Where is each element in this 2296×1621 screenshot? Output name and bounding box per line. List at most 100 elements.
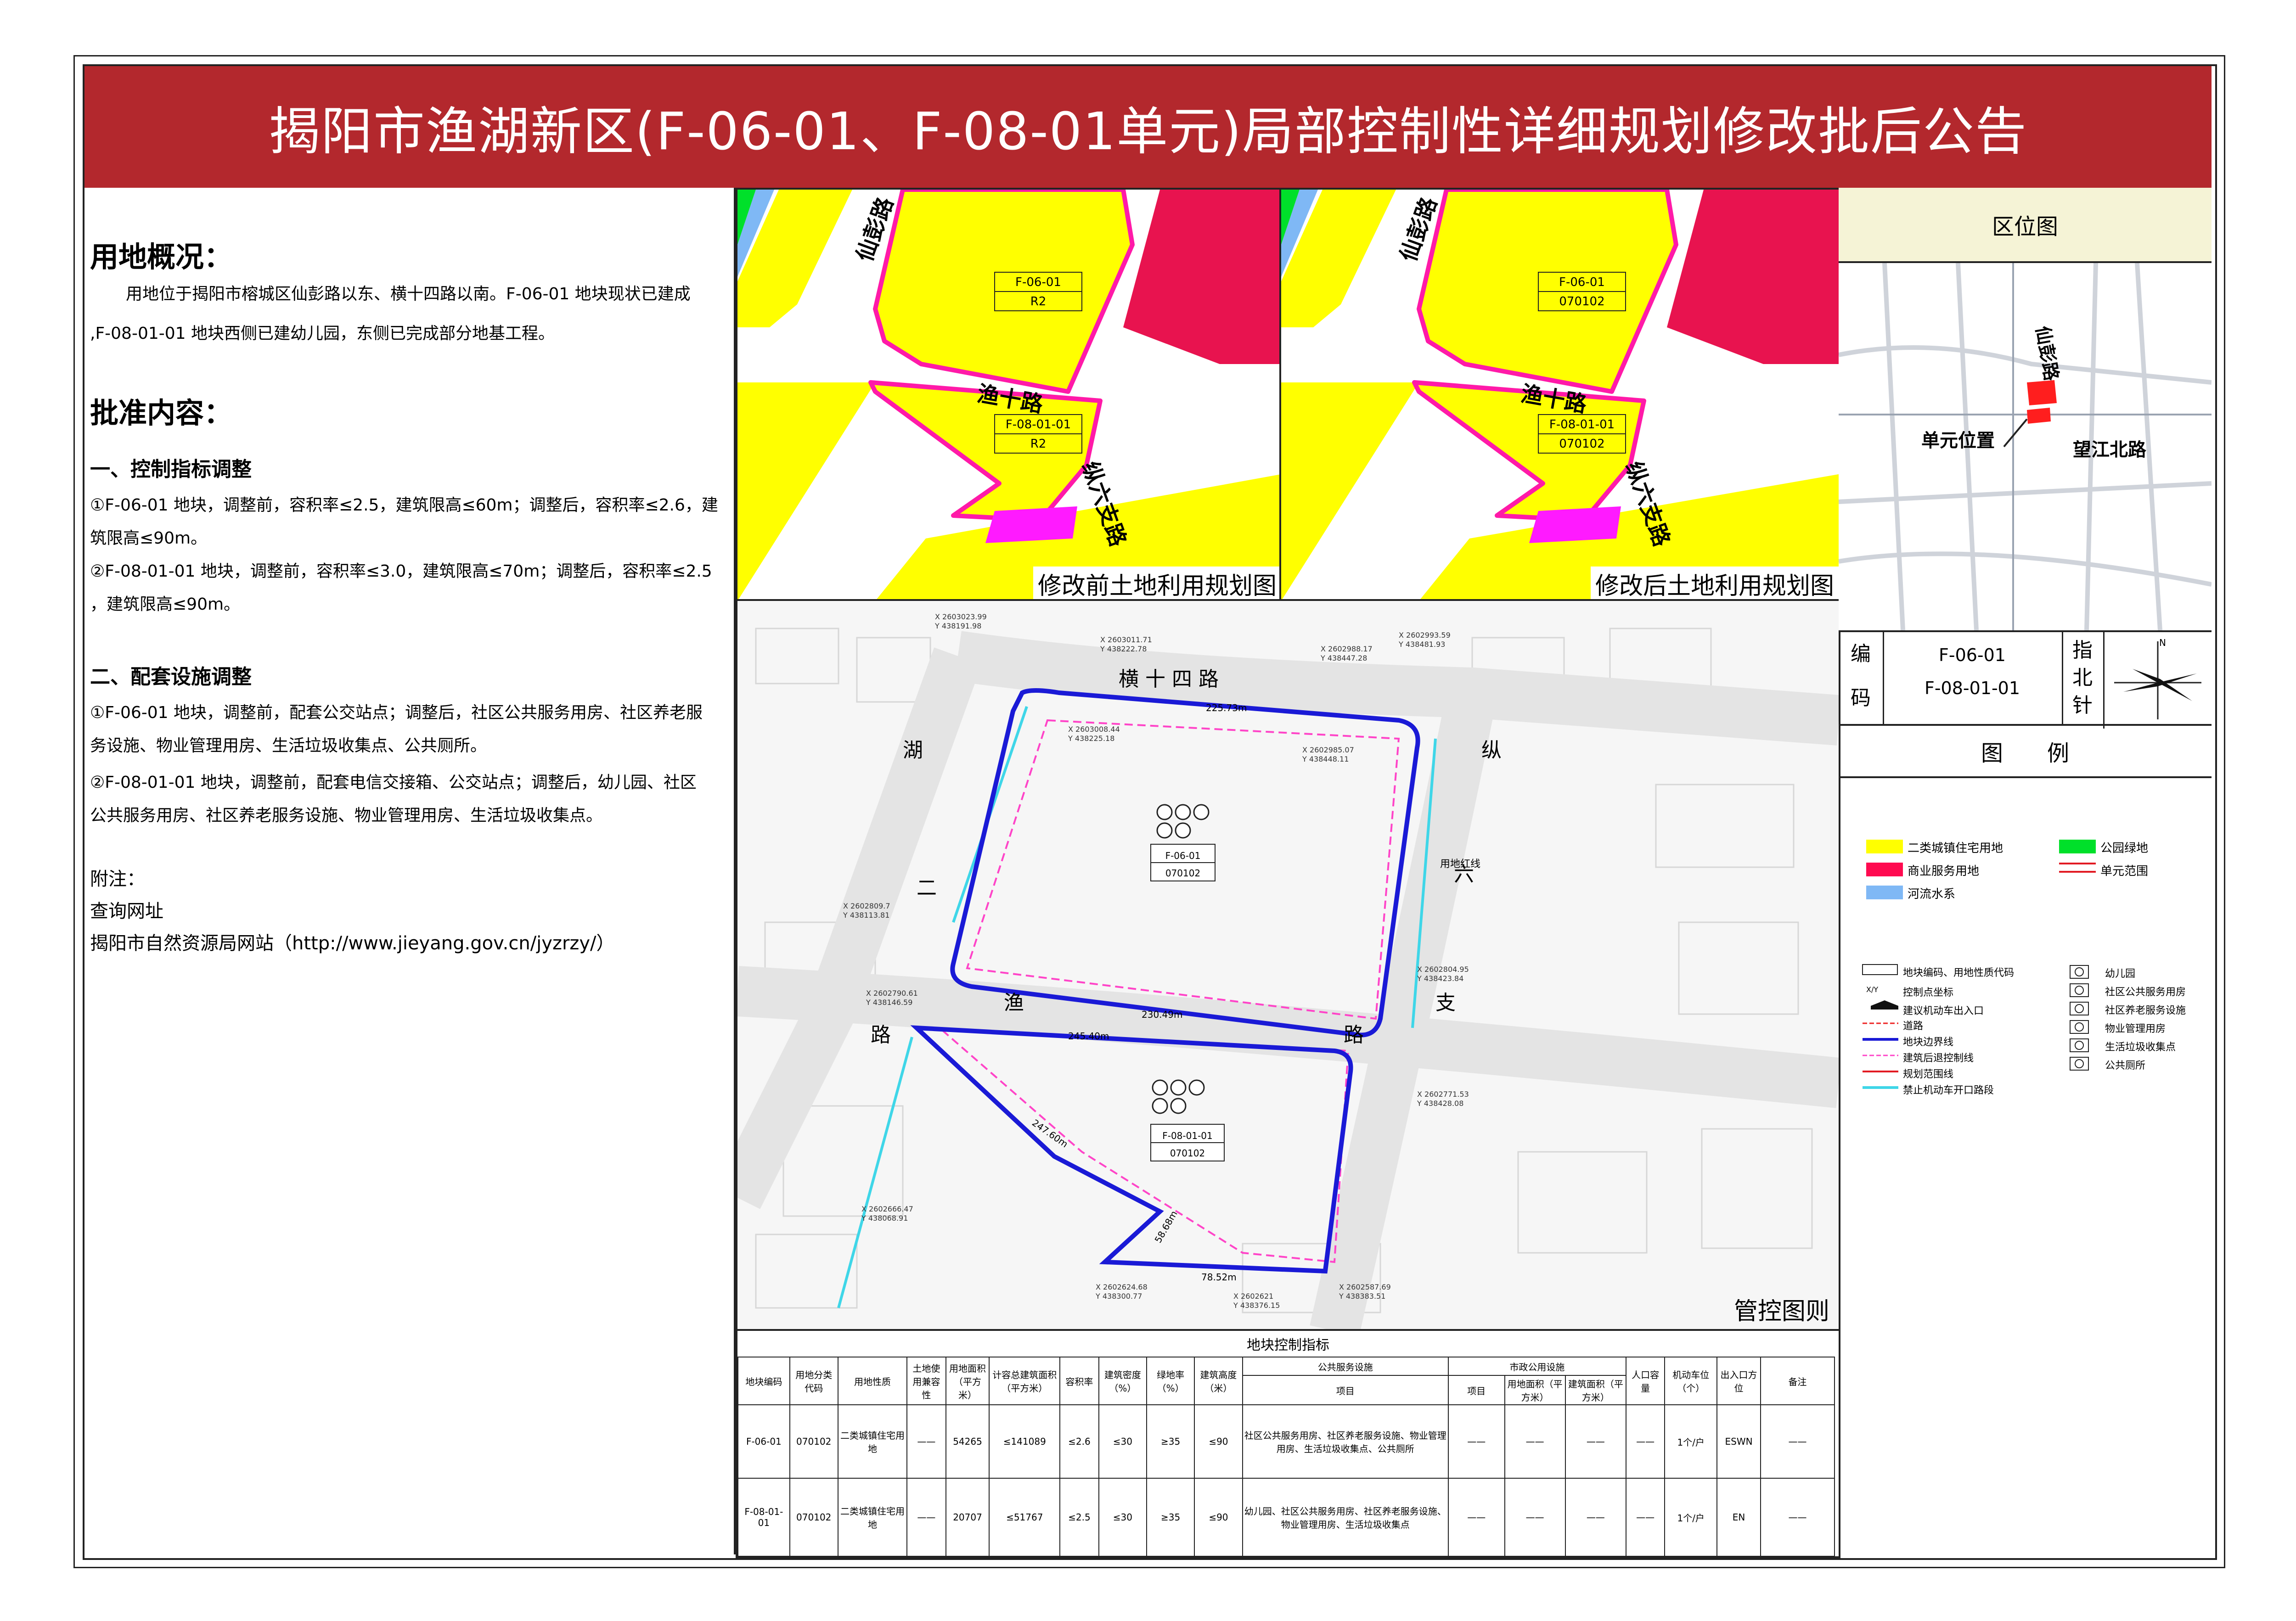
table-row: F-08-01-01 070102 二类城镇住宅用地 —— 20707 ≤517…	[737, 1478, 1835, 1557]
legend-heading: 图 例	[1839, 726, 2212, 778]
coord-label: X 2602809.7	[843, 902, 890, 910]
coord-label: Y 438428.08	[1417, 1099, 1463, 1108]
legend3-item: 幼儿园	[2105, 968, 2136, 980]
sec1-line4: ，建筑限高≤90m。	[90, 595, 241, 614]
table-header: 备注	[1760, 1357, 1835, 1405]
code-box: 编 码 F-06-01 F-08-01-01 指 北 针 N	[1839, 632, 2212, 729]
coord-label: Y 438068.91	[861, 1214, 908, 1223]
north-n-letter: N	[2159, 637, 2166, 648]
sec1-line3: ②F-08-01-01 地块，调整前，容积率≤3.0，建筑限高≤70m；调整后，…	[90, 562, 712, 581]
before-map: F-06-01 R2 F-08-01-01 R2 仙彭路 渔十路 纵六支路 修改…	[736, 188, 1283, 603]
sec2-line4: 公共服务用房、社区养老服务设施、物业管理用房、生活垃圾收集点。	[90, 806, 603, 825]
coord-label: Y 438481.93	[1398, 640, 1445, 649]
code-2: F-08-01-01	[1924, 678, 2020, 698]
control-map-svg: F-06-01 070102 F-08-01-01 070102 横 十 四 路…	[737, 601, 1839, 1331]
coord-label: X 2602790.61	[866, 989, 918, 998]
sec2-heading: 二、配套设施调整	[90, 665, 252, 689]
legend-park: 公园绿地	[2100, 841, 2149, 855]
coord-label: Y 438191.98	[934, 622, 981, 630]
legend2-item: 控制点坐标	[1903, 987, 1954, 998]
coord-label: X 2603011.71	[1100, 635, 1152, 644]
sec1-line1: ①F-06-01 地块，调整前，容积率≤2.5，建筑限高≤60m；调整后，容积率…	[90, 496, 718, 515]
after-a-code: F-06-01	[1559, 275, 1605, 289]
legend-swatch-water	[1866, 886, 1903, 899]
before-map-svg: F-06-01 R2 F-08-01-01 R2 仙彭路 渔十路 纵六支路	[737, 190, 1281, 601]
code-label-2: 码	[1851, 686, 1871, 710]
note-line2: 揭阳市自然资源局网站（http://www.jieyang.gov.cn/jyz…	[90, 933, 615, 954]
ctrl-road-lu2: 路	[1344, 1023, 1364, 1047]
legend2-item: 禁止机动车开口路段	[1903, 1085, 1994, 1096]
table-header: 地块编码	[737, 1357, 790, 1405]
table-header: 项目	[1242, 1375, 1449, 1405]
dim-1: 225.73m	[1206, 702, 1247, 713]
dim-5: 78.52m	[1201, 1272, 1237, 1283]
legend3-item: 公共厕所	[2105, 1060, 2146, 1071]
before-map-caption: 修改前土地利用规划图	[1033, 567, 1281, 601]
after-map-svg: F-06-01 070102 F-08-01-01 070102 仙彭路 渔十路…	[1281, 190, 1839, 601]
ctrl-block1-code: F-06-01	[1165, 850, 1201, 861]
legend2-item: 地块边界线	[1903, 1037, 1954, 1048]
table-header: 容积率	[1059, 1357, 1099, 1405]
sec2-line3: ②F-08-01-01 地块，调整前，配套电信交接箱、公交站点；调整后，幼儿园、…	[90, 773, 697, 792]
location-map-svg: 仙彭路 望江北路 单元位置	[1839, 263, 2212, 630]
legend-water: 河流水系	[1908, 887, 1956, 901]
table-header: 土地使用兼容性	[906, 1357, 946, 1405]
legend-entrance-icon	[1871, 1000, 1898, 1010]
coord-label: X 2602985.07	[1302, 746, 1354, 754]
control-index-table: 地块编码 用地分类代码 用地性质 土地使用兼容性 用地面积（平方米） 计容总建筑…	[737, 1357, 1835, 1557]
coord-label: X 2602804.95	[1417, 965, 1469, 974]
legend-swatch-residential	[1866, 840, 1903, 853]
legend3-item: 物业管理用房	[2105, 1023, 2166, 1035]
location-map: 仙彭路 望江北路 单元位置	[1839, 263, 2212, 632]
dim-3: 245.40m	[1068, 1031, 1109, 1042]
table-caption: 地块控制指标	[1247, 1337, 1329, 1353]
before-b-code: F-08-01-01	[1006, 418, 1071, 432]
after-map-caption: 修改后土地利用规划图	[1590, 567, 1839, 601]
before-b-use: R2	[1030, 437, 1047, 451]
ctrl-road-zhi: 支	[1435, 991, 1456, 1015]
approval-heading: 批准内容：	[90, 396, 233, 430]
loc-unit-label: 单元位置	[1921, 430, 1995, 451]
table-header: 公共服务设施	[1242, 1357, 1449, 1376]
table-header: 市政公用设施	[1447, 1357, 1626, 1376]
sec1-line2: 筑限高≤90m。	[90, 529, 208, 548]
table-row: F-06-01 070102 二类城镇住宅用地 —— 54265 ≤141089…	[737, 1404, 1835, 1479]
coord-label: X 2602621	[1233, 1292, 1273, 1301]
coord-label: X 2602587.69	[1339, 1283, 1391, 1291]
north-label-3: 针	[2072, 694, 2093, 717]
coord-label: Y 438423.84	[1417, 974, 1463, 983]
control-table-panel: 地块控制指标 地块编码 用地分类代码 用地性质 土地使用兼容性 用地面积（平方米…	[736, 1329, 1840, 1558]
location-heading: 区位图	[1839, 188, 2212, 263]
ctrl-road-hu: 湖	[903, 739, 923, 762]
dim-2: 230.49m	[1142, 1009, 1182, 1020]
table-header: 绿地率（%）	[1146, 1357, 1195, 1405]
coord-label: X 2602993.59	[1399, 631, 1451, 639]
sec1-heading: 一、控制指标调整	[90, 458, 252, 481]
overview-heading: 用地概况：	[90, 240, 233, 274]
coord-label: Y 438113.81	[843, 911, 889, 920]
legend-swatch-unit-range	[2059, 863, 2096, 873]
coord-label: Y 438383.51	[1339, 1292, 1385, 1301]
ctrl-block2-use: 070102	[1170, 1148, 1205, 1159]
coord-label: Y 438222.78	[1100, 645, 1147, 653]
table-header: 建筑高度（米）	[1194, 1357, 1243, 1405]
legend3-item: 社区公共服务用房	[2105, 987, 2186, 998]
legend3-item: 社区养老服务设施	[2105, 1005, 2186, 1016]
coord-label: Y 438225.18	[1068, 734, 1114, 743]
before-a-code: F-06-01	[1015, 275, 1061, 289]
coord-label: X 2602666.47	[861, 1205, 913, 1213]
control-map-caption: 管控图则	[1733, 1298, 1829, 1325]
legend-swatch-park	[2059, 840, 2096, 853]
ctrl-block1-use: 070102	[1165, 868, 1200, 879]
code-1: F-06-01	[1939, 645, 2006, 665]
overview-text-2: ,F-08-01-01 地块西侧已建幼儿园，东侧已完成部分地基工程。	[90, 324, 555, 343]
coord-label: Y 438146.59	[866, 998, 912, 1007]
legend-facility-icons	[2070, 965, 2089, 1071]
left-text-panel: 用地概况： 用地位于揭阳市榕城区仙彭路以东、横十四路以南。F-06-01 地块现…	[84, 188, 734, 1554]
overview-text-1: 用地位于揭阳市榕城区仙彭路以东、横十四路以南。F-06-01 地块现状已建成	[126, 285, 691, 303]
table-header: 项目	[1447, 1375, 1505, 1405]
page-title: 揭阳市渔湖新区(F-06-01、F-08-01单元)局部控制性详细规划修改批后公…	[269, 101, 2027, 162]
after-b-code: F-08-01-01	[1549, 418, 1615, 432]
ctrl-road-heng: 横 十 四 路	[1119, 667, 1219, 691]
legend-coord-icon: X/Y	[1866, 985, 1878, 994]
